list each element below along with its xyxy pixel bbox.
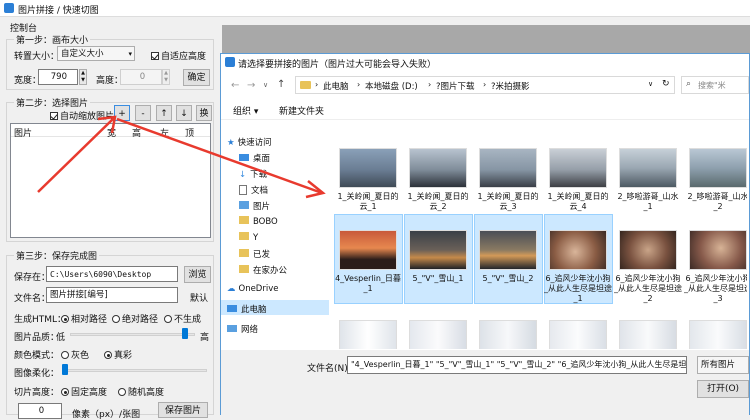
- annotation-arrows: [37, 115, 326, 199]
- red-arrow-icon: [37, 115, 117, 193]
- red-arrow-icon: [116, 117, 326, 199]
